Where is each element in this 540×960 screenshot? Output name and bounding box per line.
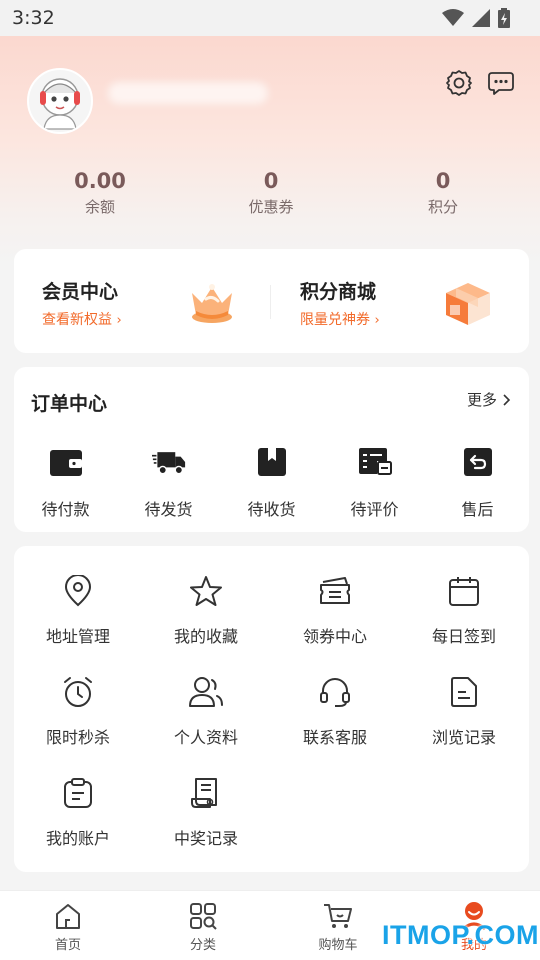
grid-search-icon [190, 903, 217, 930]
stat-label: 优惠券 [248, 198, 294, 216]
tab-label: 首页 [54, 938, 81, 953]
more-label: 更多 [466, 391, 497, 409]
order-label: 售后 [461, 500, 494, 519]
alarm-clock-icon [64, 677, 92, 707]
chevron-right-icon: › [374, 313, 380, 328]
order-pending-receipt[interactable]: 待收货 [220, 445, 323, 520]
tab-cart[interactable]: 购物车 [288, 901, 388, 953]
chat-bubble-icon [488, 72, 514, 95]
headset-icon [320, 678, 350, 707]
location-pin-icon [64, 575, 92, 607]
points-mall-subtitle: 限量兑神券 › [300, 312, 380, 328]
watermark: ITMOP.COM [382, 920, 540, 950]
order-center-title: 订单中心 [31, 393, 108, 415]
status-icons [442, 8, 510, 28]
package-icon [257, 448, 286, 476]
service-profile[interactable]: 个人资料 [142, 675, 270, 748]
service-prize-records[interactable]: 中奖记录 [142, 776, 270, 849]
member-center-title: 会员中心 [42, 281, 119, 303]
settings-button[interactable] [444, 68, 474, 98]
document-icon [451, 677, 477, 707]
service-customer-support[interactable]: 联系客服 [271, 675, 399, 748]
member-center-entry[interactable]: 会员中心 查看新权益 › [14, 249, 271, 353]
home-icon [56, 904, 80, 929]
return-icon [463, 448, 492, 476]
service-label: 我的账户 [45, 829, 110, 848]
tab-label: 分类 [189, 938, 216, 953]
orders-more-link[interactable]: 更多 [467, 389, 511, 410]
service-flash-sale[interactable]: 限时秒杀 [14, 675, 142, 748]
stat-balance[interactable]: 0.00 余额 [40, 168, 160, 217]
service-browse-history[interactable]: 浏览记录 [400, 675, 528, 748]
truck-icon [151, 452, 185, 475]
order-pending-shipment[interactable]: 待发货 [117, 445, 220, 520]
service-favorites[interactable]: 我的收藏 [142, 574, 270, 647]
account-stats: 0.00 余额 0 优惠券 0 积分 [0, 168, 540, 220]
service-label: 每日签到 [431, 627, 496, 646]
service-label: 中奖记录 [173, 829, 238, 848]
order-label: 待收货 [247, 500, 296, 519]
service-label: 地址管理 [45, 627, 110, 646]
username-blurred [108, 82, 268, 104]
stat-points[interactable]: 0 积分 [383, 168, 503, 217]
tab-label: 购物车 [318, 938, 358, 953]
divider [270, 285, 271, 319]
points-mall-title: 积分商城 [300, 281, 377, 303]
cart-icon [324, 904, 352, 928]
member-card: 会员中心 查看新权益 › 积分商城 限量兑神券 › [14, 249, 529, 353]
order-label: 待发货 [144, 500, 193, 519]
star-icon [190, 576, 222, 606]
service-label: 领券中心 [302, 627, 367, 646]
crown-icon [192, 284, 232, 323]
stat-coupons[interactable]: 0 优惠券 [211, 168, 331, 217]
review-icon [358, 448, 392, 475]
gift-box-icon [446, 283, 490, 325]
stat-value: 0 [435, 169, 451, 193]
tab-category[interactable]: 分类 [153, 901, 253, 953]
tab-home[interactable]: 首页 [18, 901, 118, 953]
wifi-icon [442, 9, 464, 26]
service-address[interactable]: 地址管理 [14, 574, 142, 647]
stat-value: 0.00 [74, 169, 126, 193]
chevron-right-icon: › [116, 313, 122, 328]
status-bar: 3:32 [0, 0, 540, 36]
wallet-icon [49, 450, 82, 476]
service-label: 个人资料 [173, 728, 238, 747]
service-label: 我的收藏 [173, 627, 238, 646]
avatar[interactable] [27, 68, 93, 134]
service-label: 浏览记录 [431, 728, 496, 747]
order-pending-review[interactable]: 待评价 [323, 445, 426, 520]
status-time: 3:32 [12, 7, 55, 29]
messages-button[interactable] [486, 68, 516, 98]
stat-value: 0 [263, 169, 279, 193]
stat-label: 余额 [84, 198, 115, 216]
ticket-icon [320, 577, 350, 604]
services-card: 地址管理 我的收藏 领券中心 每日签到 限时秒杀 个人资料 联系客服 浏览记录 … [14, 546, 529, 872]
calendar-icon [449, 577, 479, 606]
order-label: 待评价 [350, 500, 399, 519]
clipboard-icon [64, 778, 92, 808]
signal-icon [472, 9, 490, 27]
service-label: 限时秒杀 [45, 728, 110, 747]
user-profile-icon [189, 677, 223, 707]
chevron-right-icon [503, 393, 511, 406]
certificate-icon [191, 778, 217, 808]
order-center-card: 订单中心 更多 待付款 待发货 待收货 待评价 售后 [14, 367, 529, 532]
order-pending-payment[interactable]: 待付款 [14, 445, 117, 520]
order-after-sales[interactable]: 售后 [426, 445, 529, 520]
order-label: 待付款 [41, 500, 90, 519]
service-coupon-center[interactable]: 领券中心 [271, 574, 399, 647]
astronaut-avatar-icon [40, 78, 80, 130]
battery-icon [498, 8, 510, 28]
service-daily-checkin[interactable]: 每日签到 [400, 574, 528, 647]
member-center-subtitle: 查看新权益 › [42, 312, 122, 328]
stat-label: 积分 [427, 198, 458, 216]
points-mall-entry[interactable]: 积分商城 限量兑神券 › [272, 249, 529, 353]
service-label: 联系客服 [302, 728, 367, 747]
gear-icon [446, 70, 472, 96]
service-my-account[interactable]: 我的账户 [14, 776, 142, 849]
